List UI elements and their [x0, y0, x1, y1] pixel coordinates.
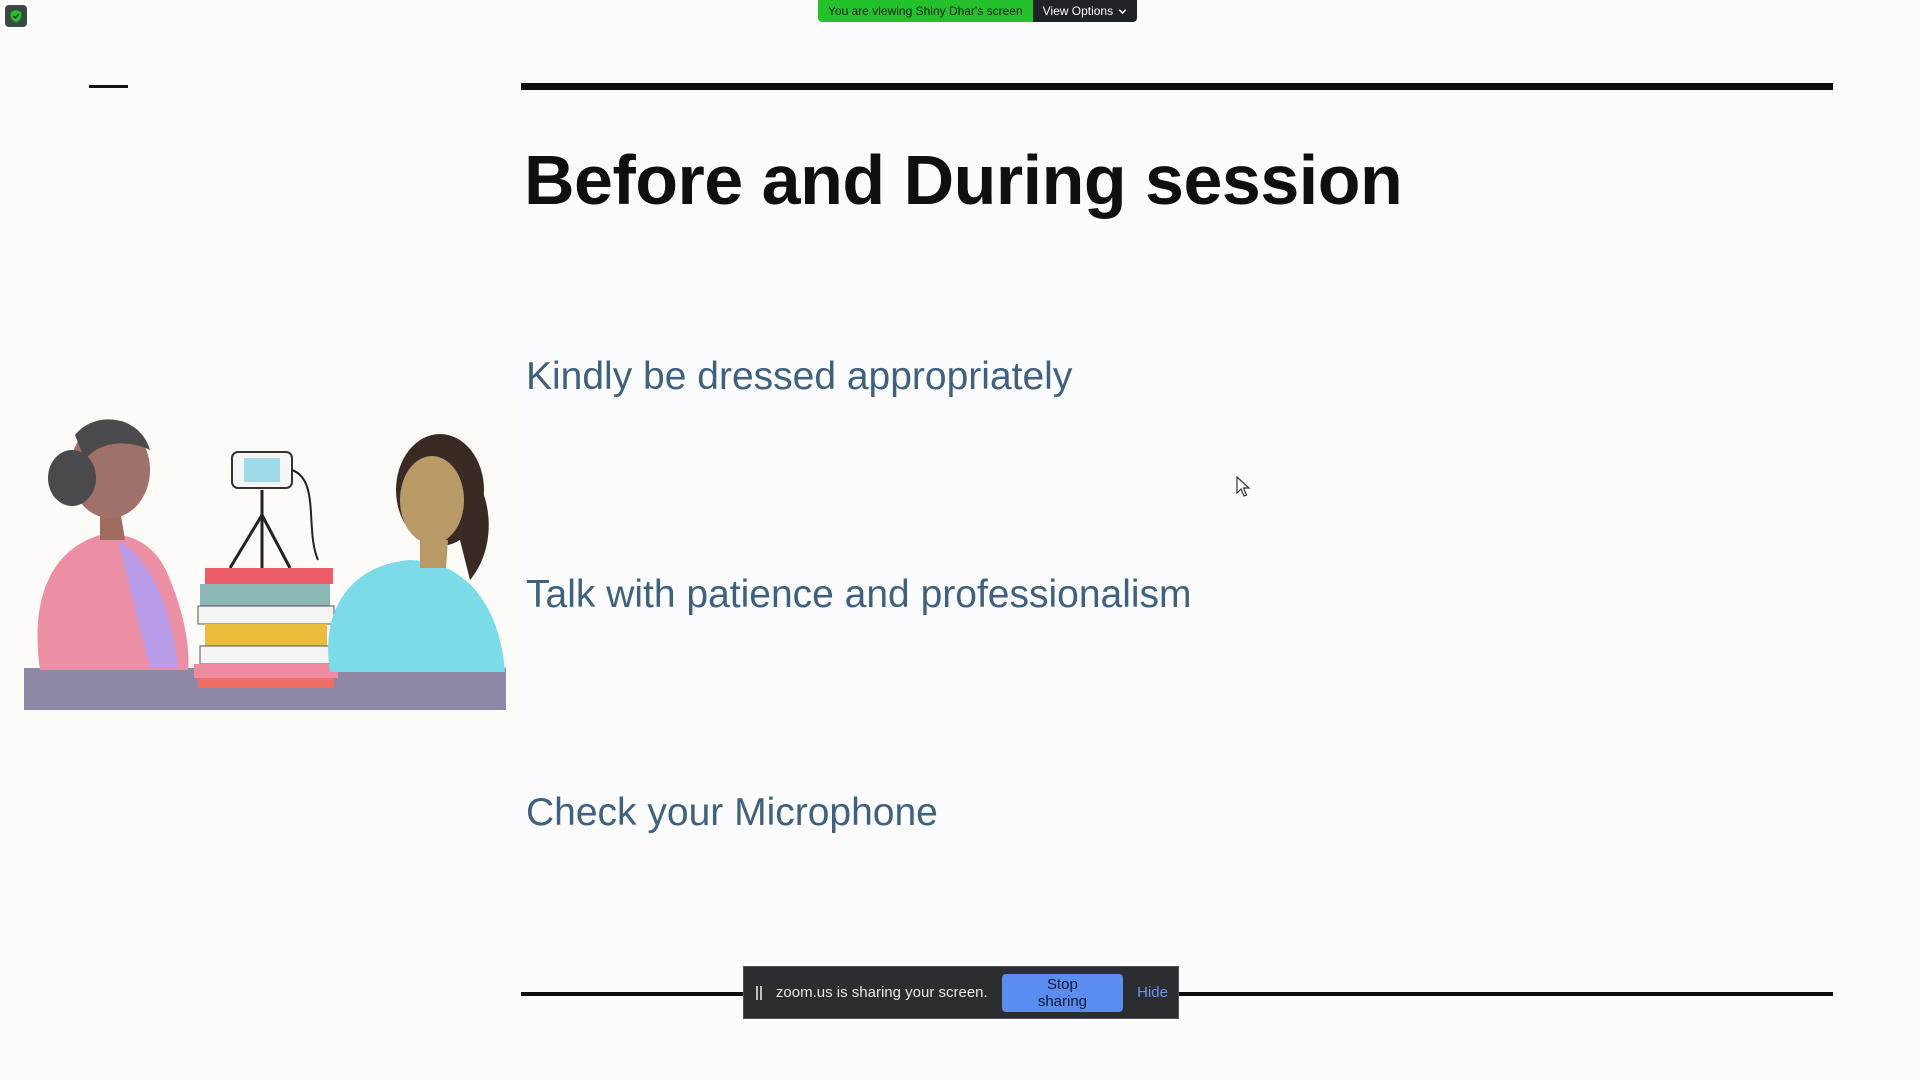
view-options-button[interactable]: View Options	[1032, 0, 1138, 22]
screen-share-view: You are viewing Shiny Dhar's screen View…	[0, 0, 1920, 1080]
hide-toolbar-link[interactable]: Hide	[1137, 984, 1168, 1001]
mouse-cursor-icon	[1236, 476, 1251, 497]
slide-top-rule	[521, 83, 1833, 90]
sharing-status-text: zoom.us is sharing your screen.	[775, 984, 988, 1001]
pause-icon[interactable]	[756, 985, 764, 1000]
chevron-down-icon	[1118, 8, 1127, 14]
shield-check-icon	[10, 9, 22, 23]
slide-bullet-microphone: Check your Microphone	[526, 791, 938, 834]
slide-bullet-patience: Talk with patience and professionalism	[526, 573, 1192, 616]
slide-bullet-dress: Kindly be dressed appropriately	[526, 355, 1073, 398]
security-badge[interactable]	[5, 5, 27, 27]
viewing-banner: You are viewing Shiny Dhar's screen View…	[818, 0, 1138, 22]
view-options-label: View Options	[1042, 4, 1114, 18]
two-women-video-call-illustration	[0, 400, 520, 720]
slide-dash-decoration	[89, 85, 128, 88]
viewing-status-text: You are viewing Shiny Dhar's screen	[818, 0, 1033, 22]
stop-sharing-button[interactable]: Stop sharing	[1001, 973, 1124, 1012]
slide-title: Before and During session	[524, 141, 1403, 219]
zoom-share-toolbar: zoom.us is sharing your screen. Stop sha…	[743, 966, 1179, 1019]
illustration-graphic	[24, 419, 506, 710]
